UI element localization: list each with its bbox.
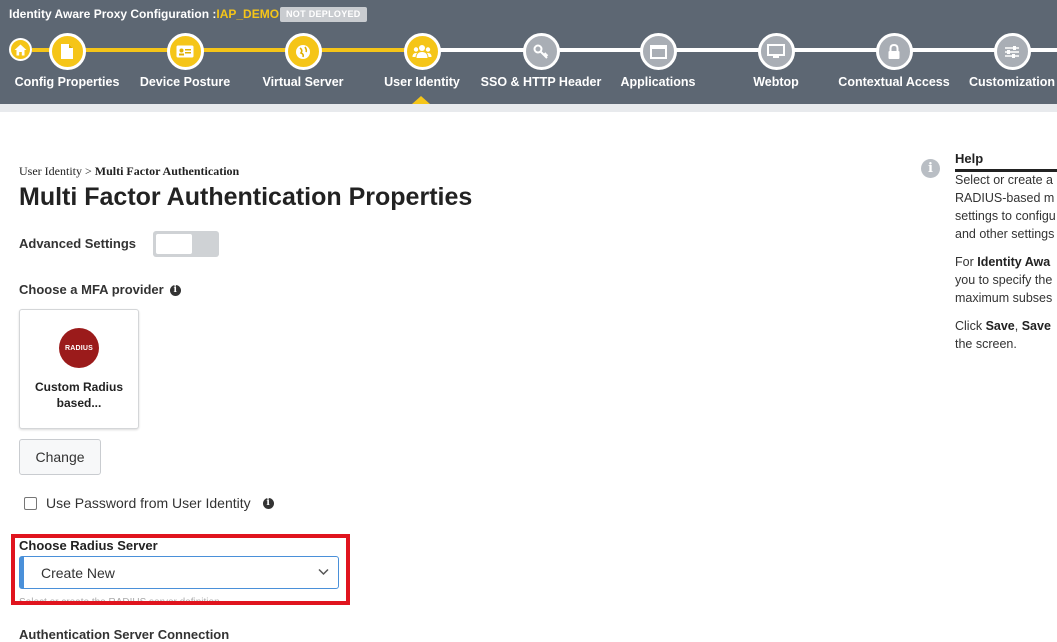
step-circle	[757, 33, 795, 70]
users-icon	[412, 45, 432, 58]
app-name: IAP_DEMO	[216, 7, 280, 21]
help-paragraph-3: Click Save, Save the screen.	[955, 317, 1051, 353]
help-line: settings to configu	[955, 209, 1056, 223]
use-password-row: Use Password from User Identity i	[24, 495, 274, 511]
step-circle	[166, 33, 204, 70]
step-label: Config Properties	[14, 75, 120, 89]
wizard-step-virtual-server[interactable]: Virtual Server	[238, 33, 368, 89]
help-text-run: ,	[1014, 319, 1022, 333]
lock-icon	[888, 43, 900, 59]
step-circle	[403, 33, 441, 70]
help-line: Click Save, Save	[955, 317, 1051, 335]
use-password-checkbox[interactable]	[24, 496, 37, 510]
wizard-step-webtop[interactable]: Webtop	[711, 33, 841, 89]
info-icon[interactable]: i	[169, 285, 181, 297]
wizard-step-device-posture[interactable]: Device Posture	[120, 33, 250, 89]
change-provider-button[interactable]: Change	[19, 439, 101, 475]
help-line: and other settings	[955, 227, 1055, 241]
globe-icon	[296, 44, 310, 59]
mfa-provider-card[interactable]: RADIUS Custom Radius based...	[19, 309, 139, 429]
help-paragraph-2: For Identity Awa you to specify the maxi…	[955, 253, 1052, 307]
breadcrumb-parent[interactable]: User Identity	[19, 164, 82, 178]
help-line: maximum subses	[955, 291, 1053, 305]
help-line: For Identity Awa	[955, 253, 1052, 271]
step-label: Device Posture	[139, 75, 231, 89]
header-title: Identity Aware Proxy Configuration :IAP_…	[9, 7, 279, 21]
window-icon	[649, 44, 667, 59]
help-line: you to specify the	[955, 273, 1053, 287]
step-circle	[284, 33, 322, 70]
breadcrumb-current: Multi Factor Authentication	[94, 164, 240, 178]
step-label: Customization	[968, 75, 1056, 89]
toggle-knob	[156, 234, 192, 254]
id-card-icon	[176, 45, 194, 58]
wizard-step-sso-http-header[interactable]: SSO & HTTP Header	[476, 33, 606, 89]
wizard-header: Identity Aware Proxy Configuration :IAP_…	[0, 0, 1057, 104]
wizard-step-applications[interactable]: Applications	[593, 33, 723, 89]
help-bold-run: Save	[1021, 319, 1051, 333]
help-bold-run: Identity Awa	[977, 255, 1051, 269]
step-label: Applications	[620, 75, 696, 89]
help-text-run: Click	[955, 319, 986, 333]
wizard-step-user-identity[interactable]: User Identity	[357, 33, 487, 89]
page-title: Multi Factor Authentication Properties	[19, 183, 473, 211]
mfa-provider-label: Choose a MFA provider i	[19, 282, 181, 297]
next-section-label: Authentication Server Connection	[19, 627, 230, 642]
wizard-step-customization[interactable]: Customization	[947, 33, 1057, 89]
step-label: SSO & HTTP Header	[480, 75, 602, 89]
help-info-icon: i	[921, 159, 940, 178]
step-circle	[639, 33, 677, 70]
help-text-run: For	[955, 255, 978, 269]
help-line: the screen.	[955, 337, 1017, 351]
step-circle	[875, 33, 913, 70]
provider-name: Custom Radius based...	[34, 380, 123, 410]
breadcrumb: User Identity > Multi Factor Authenticat…	[19, 164, 239, 179]
highlight-annotation-box	[11, 534, 350, 605]
step-label: Contextual Access	[838, 75, 950, 89]
help-paragraph-1: Select or create a RADIUS-based m settin…	[955, 171, 1056, 243]
help-line: RADIUS-based m	[955, 191, 1055, 205]
sliders-icon	[1005, 45, 1019, 58]
step-label: User Identity	[384, 75, 460, 89]
document-icon	[61, 44, 73, 59]
step-label: Webtop	[753, 75, 799, 89]
deploy-status-badge: NOT DEPLOYED	[280, 7, 367, 22]
current-step-pointer	[412, 96, 430, 104]
mfa-provider-label-text: Choose a MFA provider	[19, 282, 164, 297]
step-circle	[48, 33, 86, 70]
help-bold-run: Save	[985, 319, 1015, 333]
help-title: Help	[955, 151, 1057, 172]
advanced-settings-toggle[interactable]	[153, 231, 219, 257]
use-password-label: Use Password from User Identity	[46, 495, 251, 511]
info-icon[interactable]: i	[262, 497, 274, 509]
advanced-settings-label: Advanced Settings	[19, 236, 137, 251]
header-title-prefix: Identity Aware Proxy Configuration :	[9, 7, 217, 21]
wizard-step-config-properties[interactable]: Config Properties	[2, 33, 132, 89]
wizard-step-contextual-access[interactable]: Contextual Access	[829, 33, 959, 89]
step-circle	[993, 33, 1031, 70]
step-label: Virtual Server	[262, 75, 344, 89]
step-circle	[522, 33, 560, 70]
help-line: Select or create a	[955, 173, 1053, 187]
header-subbar	[0, 104, 1057, 112]
radius-logo: RADIUS	[59, 328, 99, 368]
breadcrumb-separator: >	[84, 164, 92, 178]
monitor-icon	[767, 44, 785, 58]
key-icon	[533, 44, 549, 59]
